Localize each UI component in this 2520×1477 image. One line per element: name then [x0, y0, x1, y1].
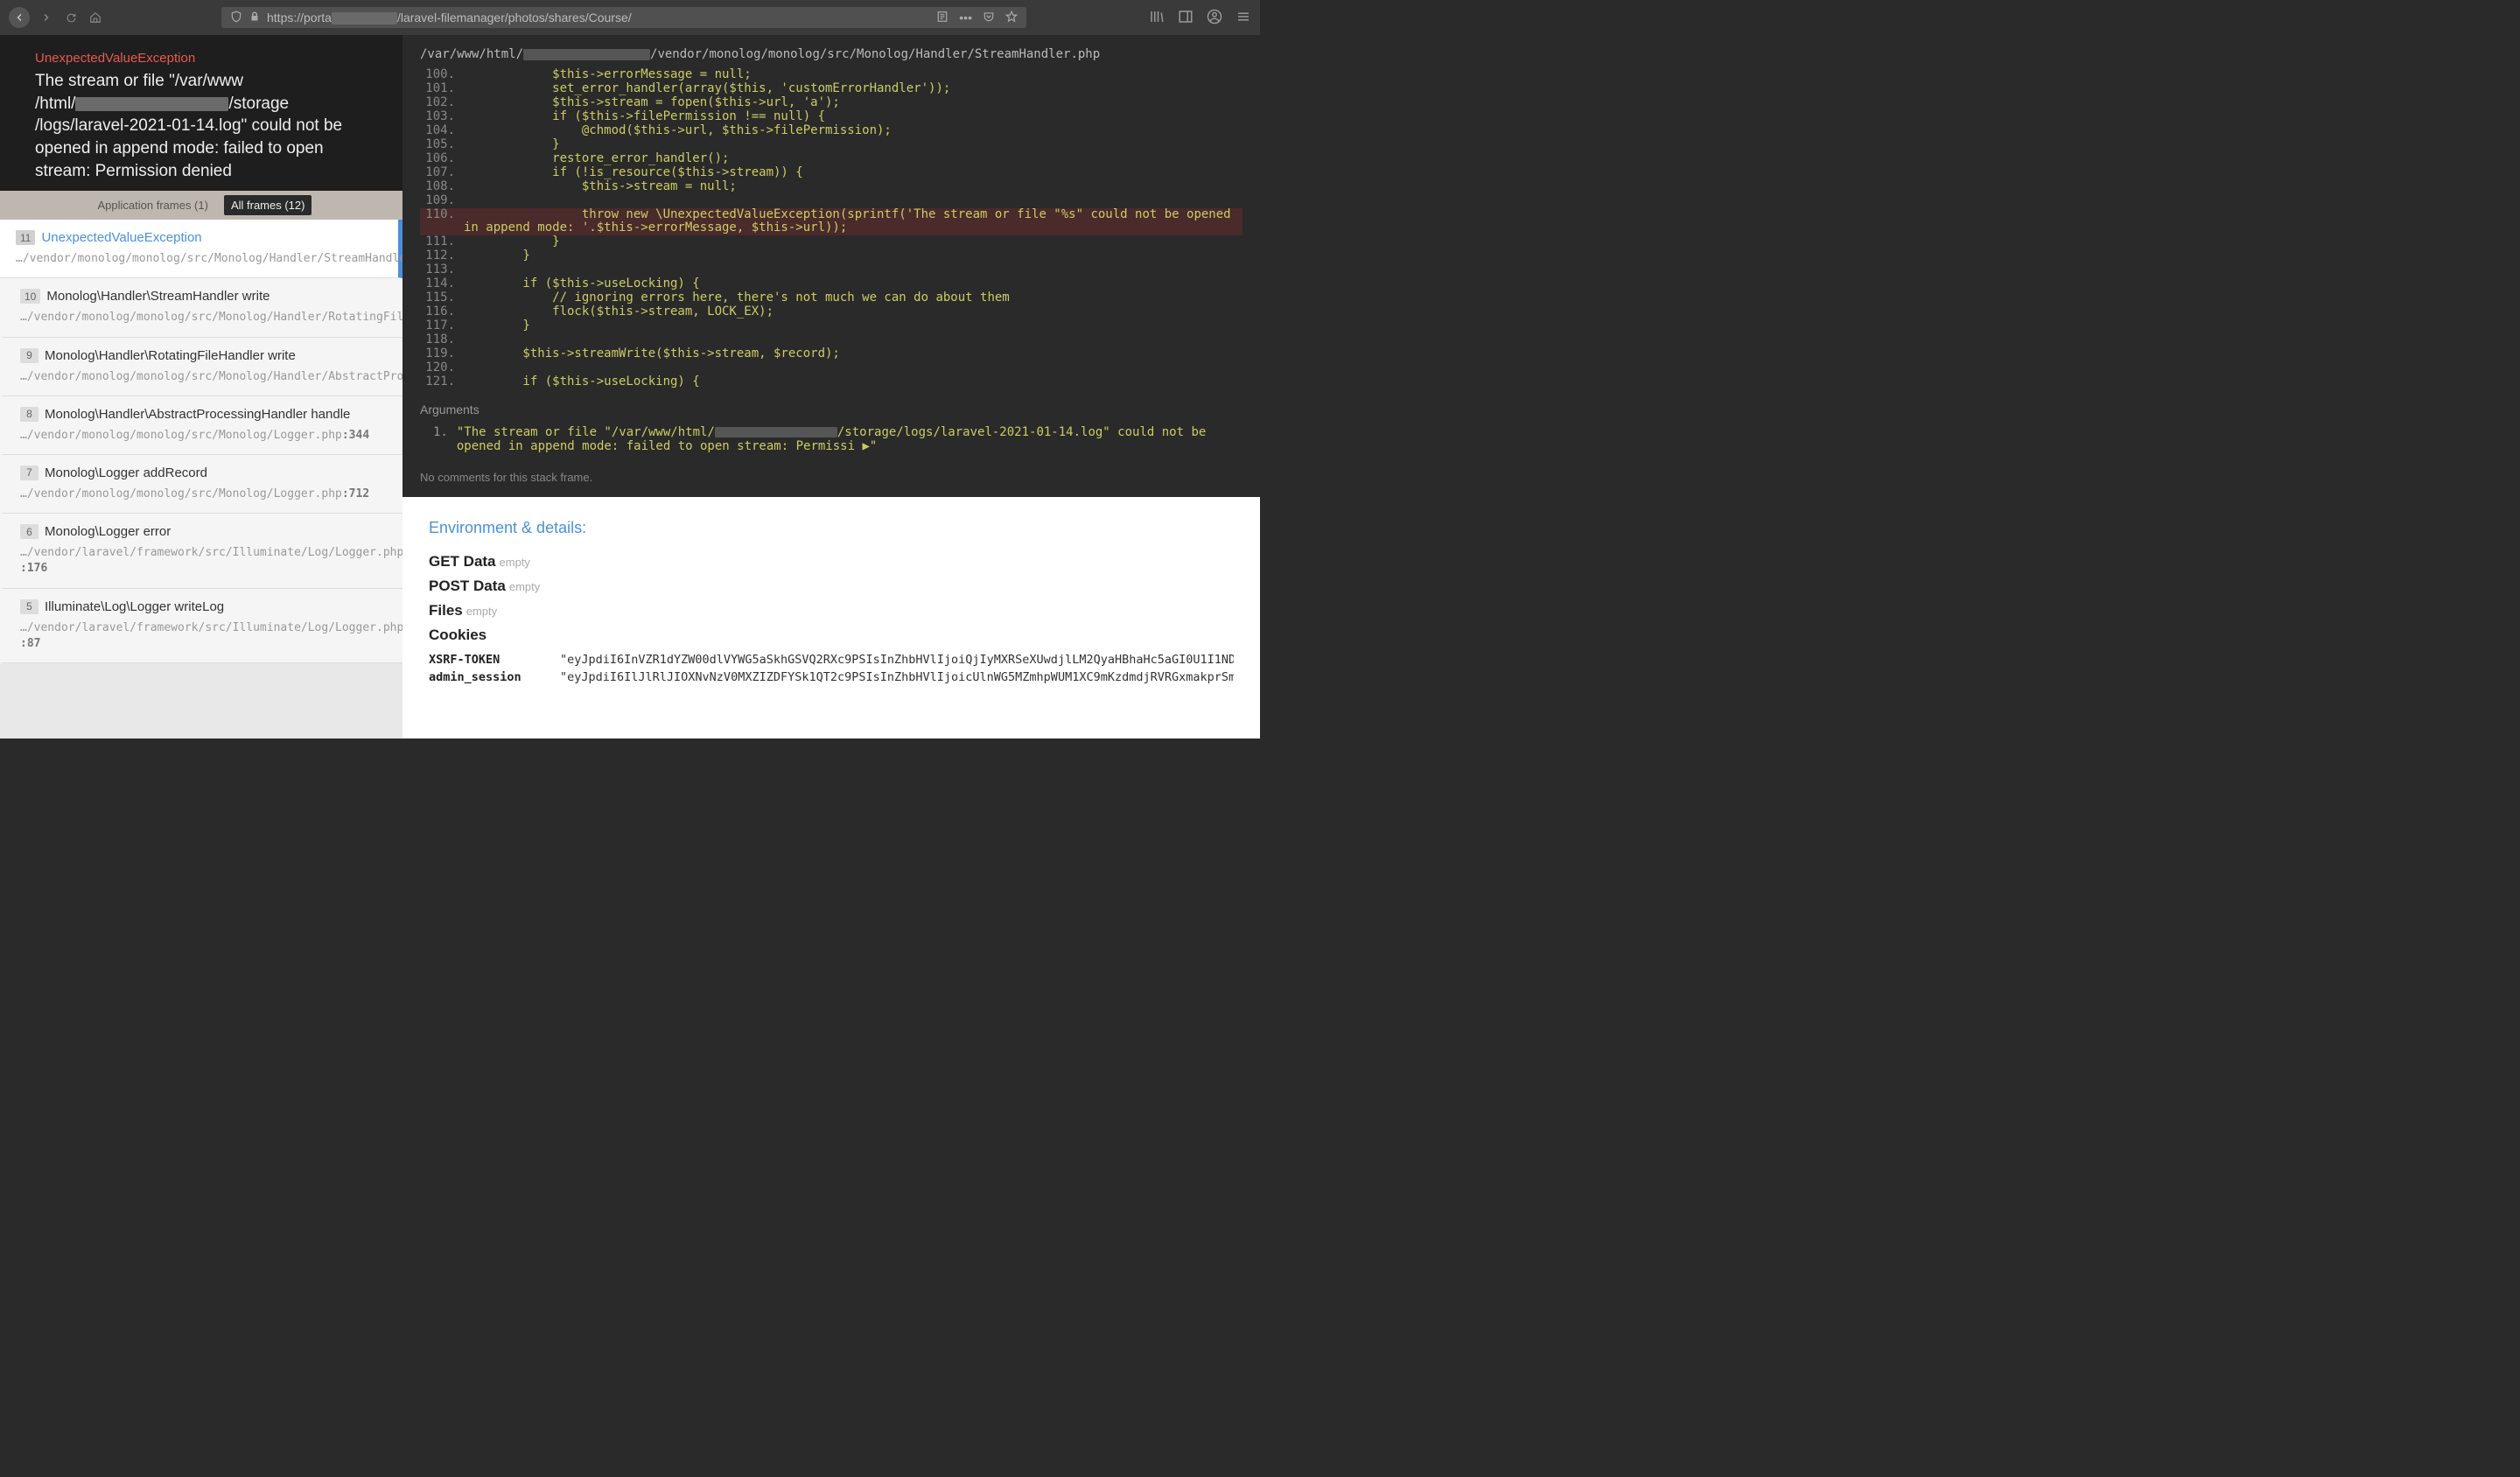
stack-frame[interactable]: 6 Monolog\Logger error …/vendor/laravel/… [0, 514, 402, 588]
code-line: 109 [420, 194, 1242, 208]
code-line: 110 throw new \UnexpectedValueException(… [420, 208, 1242, 236]
frame-path: …/vendor/monolog/monolog/src/Monolog/Han… [16, 251, 382, 267]
frame-title: Monolog\Logger error [45, 524, 171, 539]
env-row: GET Dataempty [429, 553, 1234, 570]
error-header: UnexpectedValueException The stream or f… [0, 35, 402, 191]
argument-num: 1. [433, 425, 448, 453]
dots-icon[interactable]: ••• [959, 10, 972, 25]
library-icon[interactable] [1149, 9, 1165, 26]
tab-all-frames[interactable]: All frames (12) [224, 195, 312, 215]
code-line: 106 restore_error_handler(); [420, 152, 1242, 166]
right-panel: /var/www/html//vendor/monolog/monolog/sr… [402, 35, 1260, 738]
frame-path: …/vendor/laravel/framework/src/Illuminat… [20, 545, 387, 577]
cookie-row: admin_session"eyJpdiI6IlJlRlJIOXNvNzV0MX… [429, 670, 1234, 684]
frame-path: …/vendor/monolog/monolog/src/Monolog/Han… [20, 310, 387, 326]
frame-title: Illuminate\Log\Logger writeLog [45, 599, 224, 614]
back-button[interactable] [9, 7, 30, 28]
env-section: Environment & details: GET Dataempty POST… [402, 497, 1260, 738]
code-line: 101 set_error_handler(array($this, 'cust… [420, 82, 1242, 96]
stack-frame[interactable]: 10 Monolog\Handler\StreamHandler write …… [0, 278, 402, 337]
frame-title: Monolog\Handler\AbstractProcessingHandle… [45, 407, 350, 422]
chrome-right [1149, 9, 1251, 26]
frame-num: 11 [16, 230, 35, 245]
stack-frame[interactable]: 9 Monolog\Handler\RotatingFileHandler wr… [0, 338, 402, 396]
code-line: 111 } [420, 235, 1242, 249]
account-icon[interactable] [1207, 9, 1222, 26]
code-line: 115 // ignoring errors here, there's not… [420, 291, 1242, 305]
code-line: 120 [420, 361, 1242, 375]
tab-app-frames[interactable]: Application frames (1) [91, 195, 215, 215]
stack-frame[interactable]: 5 Illuminate\Log\Logger writeLog …/vendo… [0, 589, 402, 663]
reload-button[interactable] [63, 10, 79, 25]
stack-frame[interactable]: 11 UnexpectedValueException …/vendor/mon… [0, 220, 402, 278]
no-comments: No comments for this stack frame. [402, 462, 1260, 497]
stack-frame[interactable]: 7 Monolog\Logger addRecord …/vendor/mono… [0, 455, 402, 514]
url-icons: ••• [936, 10, 1018, 25]
frame-num: 8 [20, 407, 38, 422]
reader-icon[interactable] [936, 10, 948, 25]
url-text: https://porta/laravel-filemanager/photos… [267, 10, 929, 24]
code-line: 118 [420, 333, 1242, 347]
code-line: 100 $this->errorMessage = null; [420, 68, 1242, 82]
code-line: 119 $this->streamWrite($this->stream, $r… [420, 347, 1242, 361]
code-line: 102 $this->stream = fopen($this->url, 'a… [420, 96, 1242, 110]
cookies-table: XSRF-TOKEN"eyJpdiI6InVZR1dYZW00dlVYWG5aS… [429, 653, 1234, 684]
env-row: Filesempty [429, 602, 1234, 620]
code-line: 114 if ($this->useLocking) { [420, 277, 1242, 291]
frame-title: Monolog\Handler\StreamHandler write [46, 289, 270, 304]
stack-frame[interactable]: 8 Monolog\Handler\AbstractProcessingHand… [0, 396, 402, 455]
sidebar-icon[interactable] [1178, 9, 1194, 26]
star-icon[interactable] [1005, 10, 1018, 25]
code-line: 121 if ($this->useLocking) { [420, 375, 1242, 389]
arguments-header: Arguments [402, 398, 1260, 421]
env-title: Environment & details: [429, 519, 1234, 537]
code-line: 108 $this->stream = null; [420, 180, 1242, 194]
code-block: 100 $this->errorMessage = null;101 set_e… [402, 68, 1260, 398]
frame-path: …/vendor/laravel/framework/src/Illuminat… [20, 620, 387, 652]
url-bar[interactable]: https://porta/laravel-filemanager/photos… [221, 7, 1026, 28]
frame-num: 10 [20, 289, 40, 304]
frame-num: 9 [20, 348, 38, 363]
frame-num: 7 [20, 466, 38, 480]
arguments-list: 1. "The stream or file "/var/www/html//s… [402, 421, 1260, 462]
code-line: 113 [420, 263, 1242, 277]
forward-button[interactable] [38, 10, 54, 25]
nav-buttons [9, 7, 103, 28]
code-line: 103 if ($this->filePermission !== null) … [420, 110, 1242, 124]
frame-path: …/vendor/monolog/monolog/src/Monolog/Han… [20, 369, 387, 385]
code-line: 117 } [420, 319, 1242, 333]
code-line: 107 if (!is_resource($this->stream)) { [420, 166, 1242, 180]
frame-num: 5 [20, 599, 38, 614]
frame-title: UnexpectedValueException [41, 230, 201, 245]
menu-icon[interactable] [1236, 9, 1251, 26]
exception-message: The stream or file "/var/www /html//stor… [35, 70, 368, 182]
frame-path: …/vendor/monolog/monolog/src/Monolog/Log… [20, 486, 387, 502]
cookie-row: XSRF-TOKEN"eyJpdiI6InVZR1dYZW00dlVYWG5aS… [429, 653, 1234, 667]
env-row: POST Dataempty [429, 578, 1234, 595]
pocket-icon[interactable] [983, 10, 995, 25]
env-row: Cookies [429, 626, 1234, 644]
stack-frames[interactable]: 11 UnexpectedValueException …/vendor/mon… [0, 220, 402, 738]
browser-chrome: https://porta/laravel-filemanager/photos… [0, 0, 1260, 35]
exception-type: UnexpectedValueException [35, 51, 368, 66]
frame-num: 6 [20, 524, 38, 539]
frame-tabs: Application frames (1) All frames (12) [0, 191, 402, 220]
frame-title: Monolog\Logger addRecord [45, 466, 207, 480]
home-button[interactable] [88, 10, 103, 25]
lock-icon [249, 10, 260, 24]
code-line: 112 } [420, 249, 1242, 263]
shield-icon [230, 10, 242, 25]
frame-title: Monolog\Handler\RotatingFileHandler writ… [45, 348, 296, 363]
frame-path: …/vendor/monolog/monolog/src/Monolog/Log… [20, 428, 387, 444]
code-line: 116 flock($this->stream, LOCK_EX); [420, 305, 1242, 319]
code-line: 105 } [420, 138, 1242, 152]
source-file-path: /var/www/html//vendor/monolog/monolog/sr… [402, 35, 1260, 68]
code-line: 104 @chmod($this->url, $this->filePermis… [420, 124, 1242, 138]
left-panel: UnexpectedValueException The stream or f… [0, 35, 402, 738]
